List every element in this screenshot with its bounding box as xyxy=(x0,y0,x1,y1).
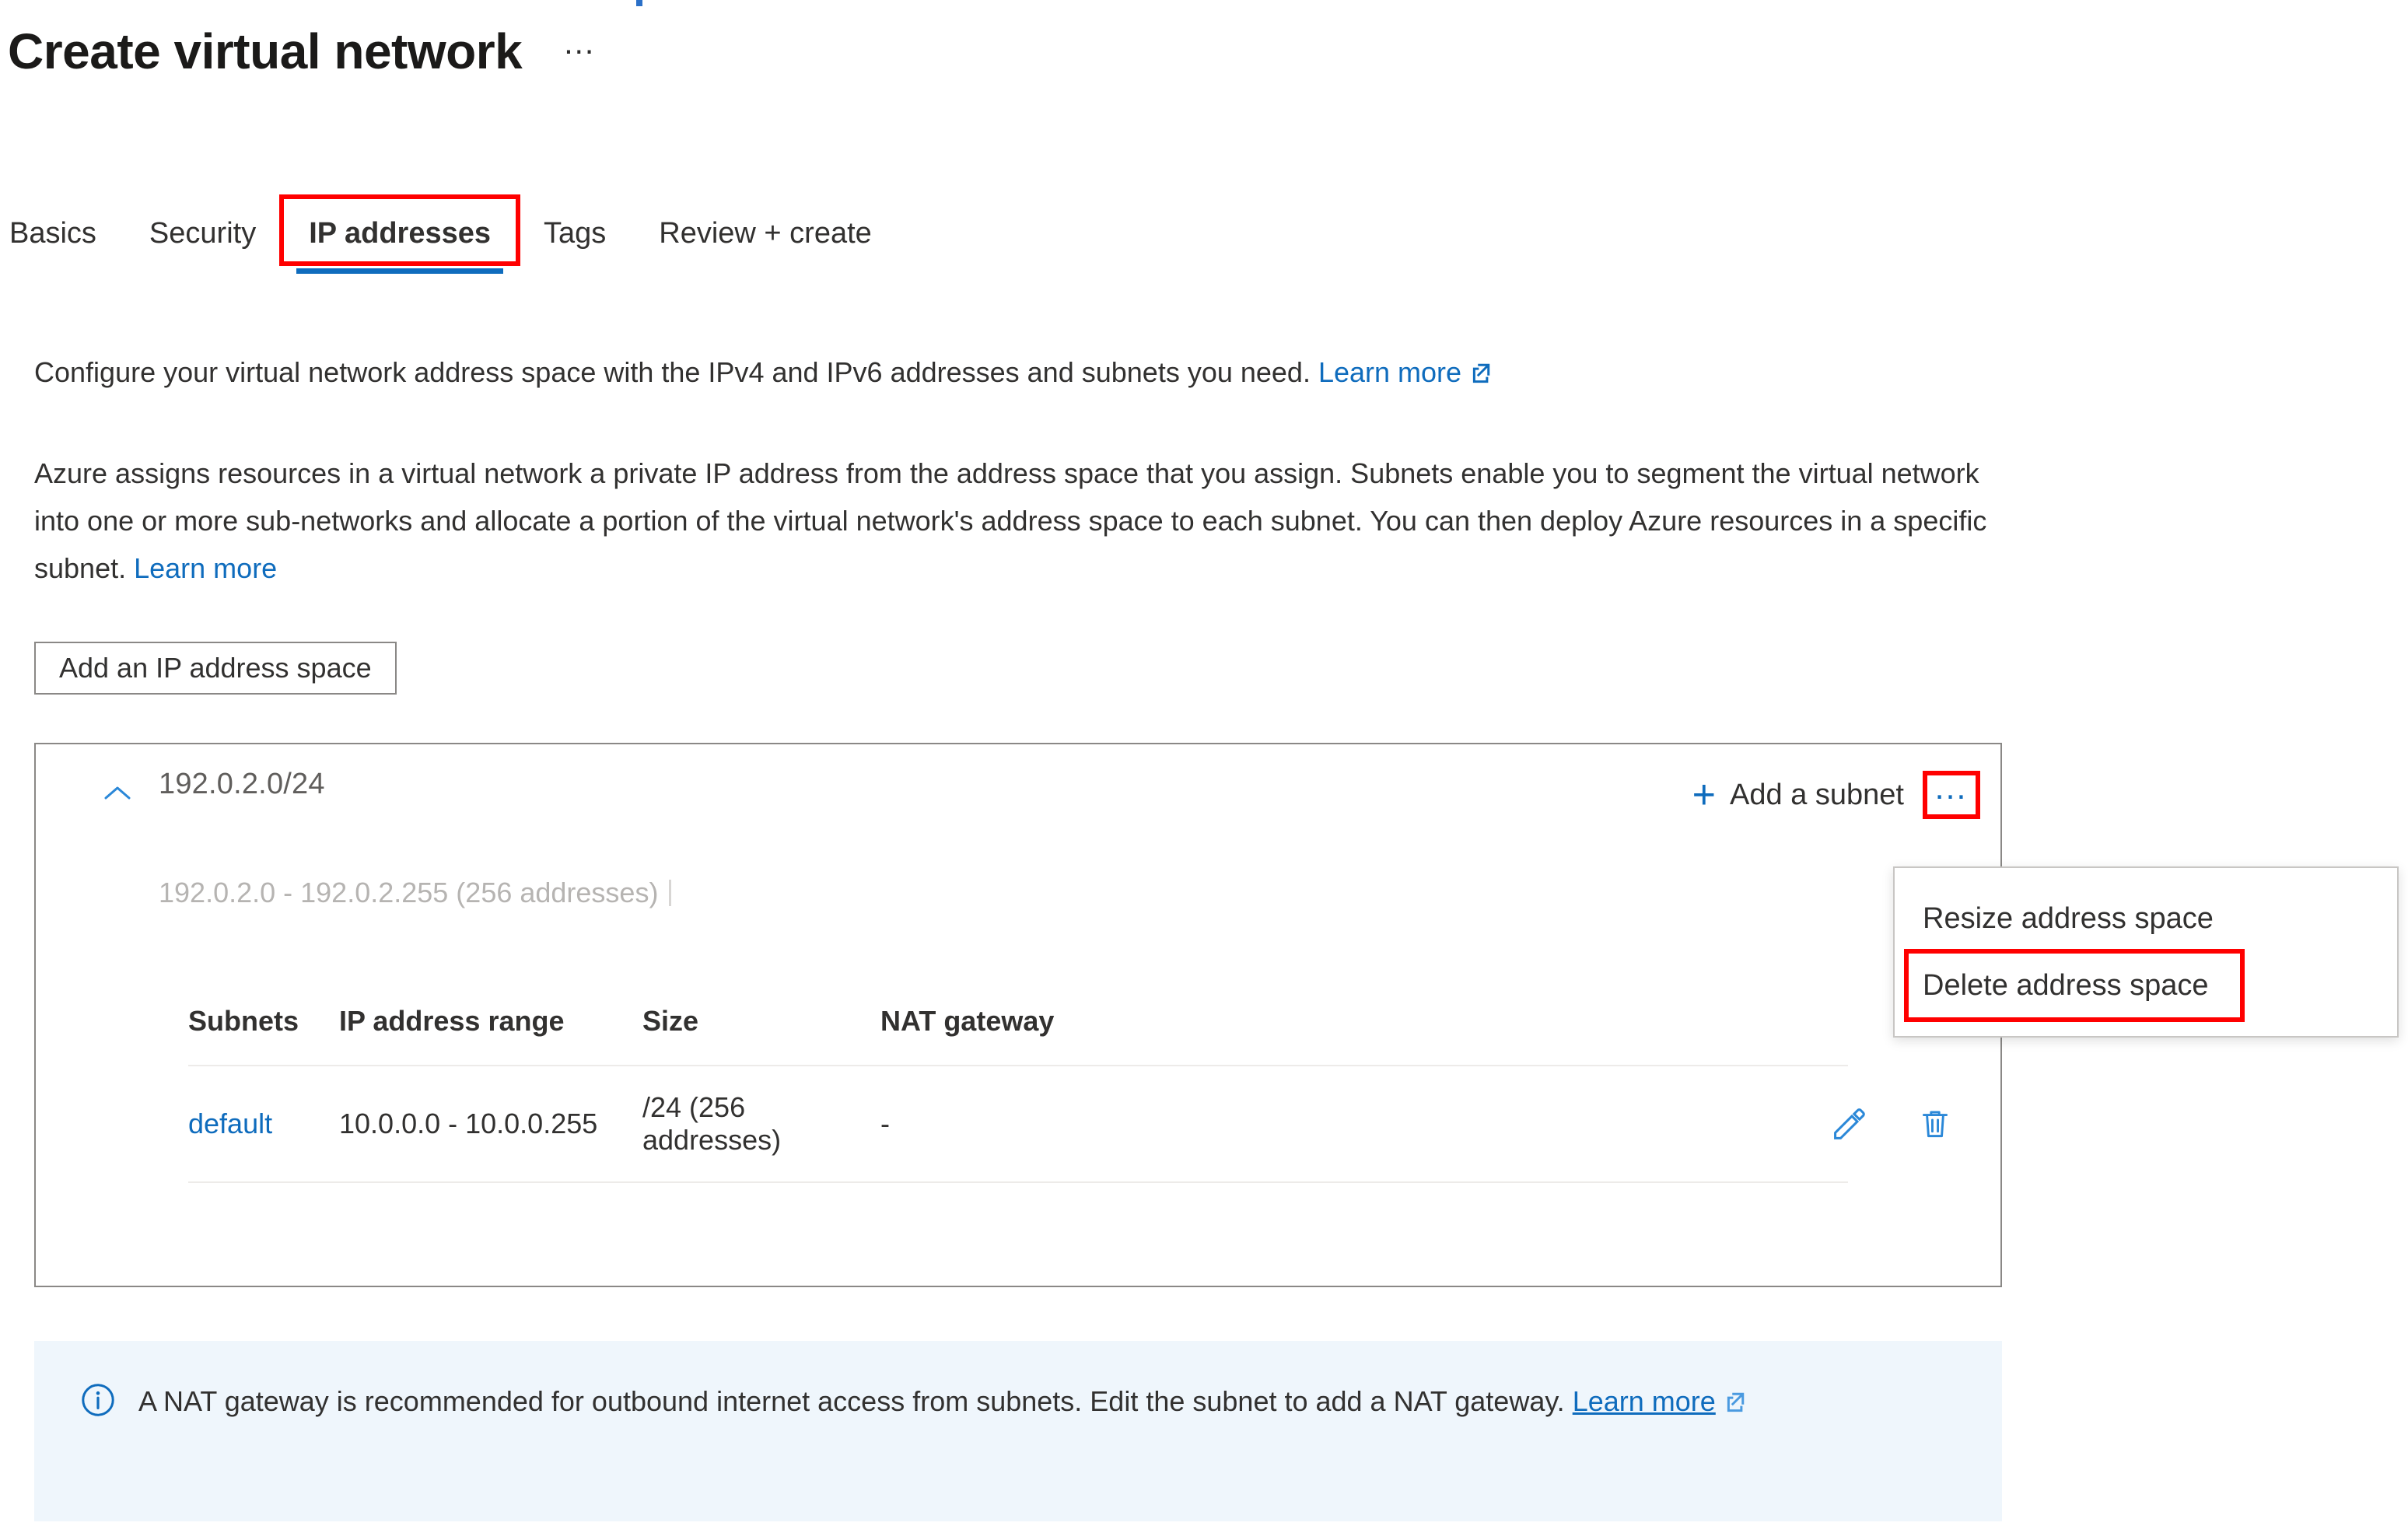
table-row-divider xyxy=(188,1181,1848,1183)
tab-ip-addresses[interactable]: IP addresses xyxy=(279,194,520,274)
add-ip-address-space-button[interactable]: Add an IP address space xyxy=(34,642,397,695)
clipped-top-fragment xyxy=(636,0,642,6)
subnet-name-cell: default xyxy=(188,1066,339,1181)
tab-review-create[interactable]: Review + create xyxy=(632,212,898,255)
chevron-up-icon[interactable] xyxy=(104,785,131,800)
table-row: default 10.0.0.0 - 10.0.0.255 /24 (256 a… xyxy=(36,1066,2000,1181)
info-banner-text: A NAT gateway is recommended for outboun… xyxy=(138,1378,1747,1427)
info-banner-learn-more-link[interactable]: Learn more xyxy=(1573,1385,1716,1417)
subnets-table: Subnets IP address range Size NAT gatewa… xyxy=(36,978,2000,1183)
page-header: Create virtual network … xyxy=(8,26,598,76)
subnet-size-cell: /24 (256 addresses) xyxy=(642,1091,782,1156)
address-space-range-text: 192.0.2.0 - 192.0.2.255 (256 addresses) xyxy=(159,877,659,908)
tab-tags[interactable]: Tags xyxy=(517,212,632,255)
subnet-link-default[interactable]: default xyxy=(188,1108,272,1140)
context-menu-item-resize-address-space[interactable]: Resize address space xyxy=(1895,885,2397,952)
edit-pencil-icon[interactable] xyxy=(1829,1104,1870,1144)
subnets-table-header-row: Subnets IP address range Size NAT gatewa… xyxy=(36,978,2000,1065)
info-banner-learn-more-label: Learn more xyxy=(1572,1385,1716,1417)
subnet-ip-range-cell: 10.0.0.0 - 10.0.0.255 xyxy=(339,1108,598,1139)
learn-more-link-2[interactable]: Learn more xyxy=(134,552,277,584)
address-space-header: 192.0.2.0/24 + Add a subnet … xyxy=(36,744,2000,838)
column-header-subnets: Subnets xyxy=(188,1005,299,1037)
info-banner-message: A NAT gateway is recommended for outboun… xyxy=(138,1385,1565,1417)
plus-icon: + xyxy=(1692,772,1717,817)
description-1-text: Configure your virtual network address s… xyxy=(34,356,1311,388)
subnet-row-actions xyxy=(1817,1066,2000,1181)
delete-address-space-label: Delete address space xyxy=(1923,968,2209,1002)
range-divider xyxy=(669,880,672,906)
ellipsis-icon: … xyxy=(1933,768,1970,807)
external-link-icon xyxy=(1724,1381,1747,1427)
tab-review-create-label: Review + create xyxy=(659,217,872,250)
tab-ip-addresses-label: IP addresses xyxy=(309,217,491,250)
column-header-nat-gateway: NAT gateway xyxy=(880,1005,1055,1037)
description-2-text: Azure assigns resources in a virtual net… xyxy=(34,457,1987,584)
subnet-nat-gateway-cell: - xyxy=(880,1108,890,1139)
column-header-ip-address-range: IP address range xyxy=(339,1005,565,1037)
description-paragraph-2: Azure assigns resources in a virtual net… xyxy=(34,450,2025,592)
address-space-actions: + Add a subnet … xyxy=(1685,771,1980,819)
address-space-more-button[interactable]: … xyxy=(1923,771,1980,819)
tab-basics[interactable]: Basics xyxy=(6,212,123,255)
column-header-spacer xyxy=(1075,978,1817,1065)
tab-selected-underline xyxy=(296,268,503,274)
info-circle-icon xyxy=(79,1381,117,1423)
tab-tags-label: Tags xyxy=(544,217,607,250)
learn-more-1-label: Learn more xyxy=(1318,356,1462,388)
context-menu-item-delete-address-space[interactable]: Delete address space xyxy=(1895,949,2397,1022)
external-link-icon xyxy=(1469,351,1493,398)
tab-security-label: Security xyxy=(149,217,257,250)
resize-address-space-label: Resize address space xyxy=(1923,901,2214,935)
tab-basics-label: Basics xyxy=(9,217,96,250)
tab-security[interactable]: Security xyxy=(123,212,282,255)
nat-gateway-info-banner: A NAT gateway is recommended for outboun… xyxy=(34,1341,2002,1521)
column-header-size: Size xyxy=(642,1005,699,1037)
subnet-spacer-cell xyxy=(1075,1066,1817,1181)
description-paragraph-1: Configure your virtual network address s… xyxy=(34,348,1493,398)
add-subnet-label: Add a subnet xyxy=(1730,778,1904,811)
learn-more-2-label: Learn more xyxy=(134,552,278,584)
add-subnet-button[interactable]: + Add a subnet xyxy=(1685,773,1912,817)
learn-more-link-1[interactable]: Learn more xyxy=(1318,356,1461,388)
delete-trash-icon[interactable] xyxy=(1915,1104,1955,1144)
subnet-name-label: default xyxy=(188,1108,273,1139)
tab-bar: Basics Security IP addresses Tags Review… xyxy=(6,194,898,274)
address-space-range: 192.0.2.0 - 192.0.2.255 (256 addresses) xyxy=(159,877,672,909)
page-more-icon[interactable]: … xyxy=(562,26,598,67)
address-space-cidr: 192.0.2.0/24 xyxy=(159,768,325,800)
add-ip-address-space-label: Add an IP address space xyxy=(59,652,372,684)
page-title: Create virtual network xyxy=(8,23,523,79)
address-space-context-menu: Resize address space Delete address spac… xyxy=(1893,866,2399,1038)
address-space-card: 192.0.2.0/24 + Add a subnet … 192.0.2.0 … xyxy=(34,743,2002,1287)
